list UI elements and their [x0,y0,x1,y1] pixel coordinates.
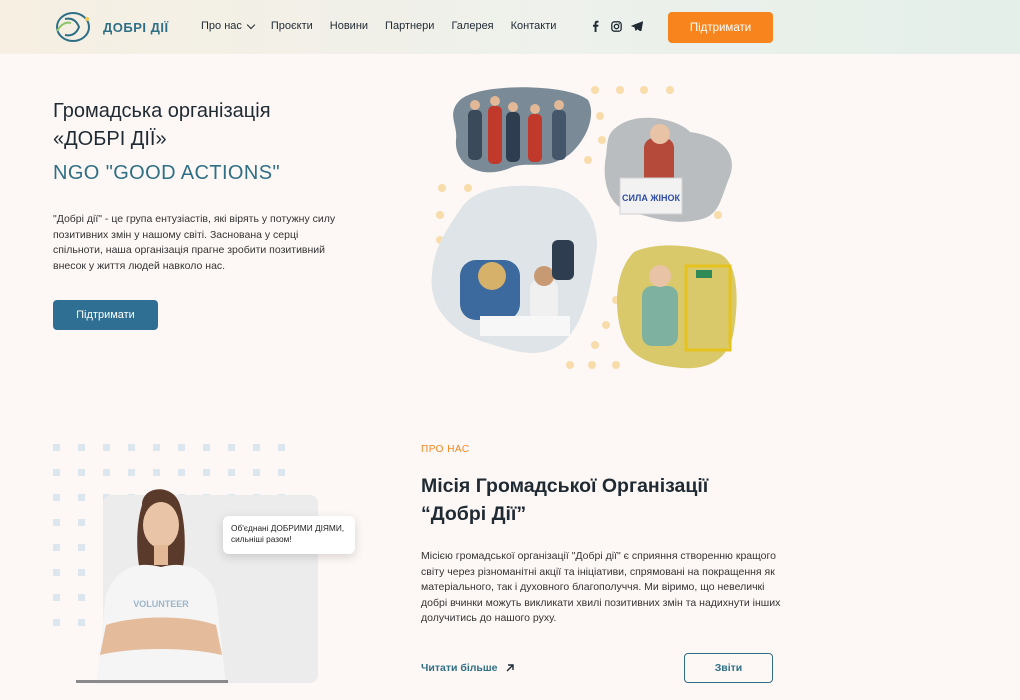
nav-item-about[interactable]: Про нас [201,20,256,32]
quote-line: Об'єднані ДОБРИМИ ДІЯМИ, [231,523,345,533]
grid-dot [253,444,260,451]
section-eyebrow: ПРО НАС [421,444,470,455]
site-header: ДОБРІ ДІЇ Про нас Проєкти Новини Партнер… [0,0,1020,54]
grid-dot [128,444,135,451]
grid-dot [203,444,210,451]
nav-item-contacts[interactable]: Контакти [511,20,557,32]
grid-dot [278,469,285,476]
photo-volunteer-recycling [617,245,737,369]
social-links [588,19,651,33]
section-title: Місія Громадської Організації “Добрі Дії… [421,472,781,528]
grid-dot [228,444,235,451]
grid-dot [53,519,60,526]
hero-description: "Добрі дії" - це група ентузіастів, які … [53,213,336,272]
nav-item-gallery[interactable]: Галерея [451,20,493,32]
grid-dot [153,444,160,451]
nav-item-partners[interactable]: Партнери [385,20,434,32]
main-nav: Про нас Проєкти Новини Партнери Галерея … [201,20,573,32]
logo-text: ДОБРІ ДІЇ [103,19,169,35]
telegram-icon[interactable] [630,19,644,33]
read-more-label: Читати більше [421,662,498,674]
photo-children-workshop [431,185,597,353]
chevron-down-icon [246,20,256,29]
reports-button[interactable]: Звіти [684,653,773,683]
volunteer-portrait: VOLUNTEER [96,489,226,685]
nav-item-label: Галерея [451,20,494,32]
title-line: «ДОБРІ ДІЇ» [53,128,167,150]
grid-dot [278,444,285,451]
nav-item-label: Новини [329,20,369,32]
support-button[interactable]: Підтримати [668,12,773,43]
page-title: Громадська організація «ДОБРІ ДІЇ» [53,97,393,153]
photo-collage: СИЛА ЖІНОК [431,86,737,369]
page-subtitle: NGO "GOOD ACTIONS" [53,162,280,184]
grid-dot [53,444,60,451]
nav-item-label: Проєкти [270,20,313,32]
read-more-link[interactable]: Читати більше [421,662,515,674]
nav-item-label: Про нас [201,20,242,32]
box-sign-text: СИЛА ЖІНОК [622,193,680,203]
grid-dot [103,444,110,451]
quote-line: сильніші разом! [231,534,292,544]
grid-dot [53,544,60,551]
grid-dot [53,619,60,626]
section-title-line: Місія Громадської Організації [421,475,709,497]
nav-item-label: Партнери [385,20,435,32]
grid-dot [53,494,60,501]
grid-dot [253,469,260,476]
grid-dot [53,569,60,576]
grid-dot [53,594,60,601]
nav-item-projects[interactable]: Проєкти [271,20,313,32]
shirt-print-text: VOLUNTEER [133,599,189,609]
grid-dot [178,444,185,451]
grid-dot [53,469,60,476]
photo-volunteers-group [453,87,592,173]
title-line: Громадська організація [53,100,271,122]
logo-icon [56,12,90,42]
instagram-icon[interactable] [609,19,623,33]
photo-volunteer-with-box: СИЛА ЖІНОК [604,117,732,222]
section-title-line: “Добрі Дії” [421,503,527,525]
grid-dot [78,444,85,451]
nav-item-news[interactable]: Новини [330,20,368,32]
arrow-up-right-icon [506,664,515,672]
facebook-icon[interactable] [588,19,602,33]
divider [76,680,228,683]
section-description: Місією громадської організації "Добрі ді… [421,550,781,624]
quote-bubble: Об'єднані ДОБРИМИ ДІЯМИ, сильніші разом! [223,516,355,554]
hero-support-button[interactable]: Підтримати [53,300,158,330]
nav-item-label: Контакти [510,20,557,32]
logo[interactable]: ДОБРІ ДІЇ [53,11,169,43]
